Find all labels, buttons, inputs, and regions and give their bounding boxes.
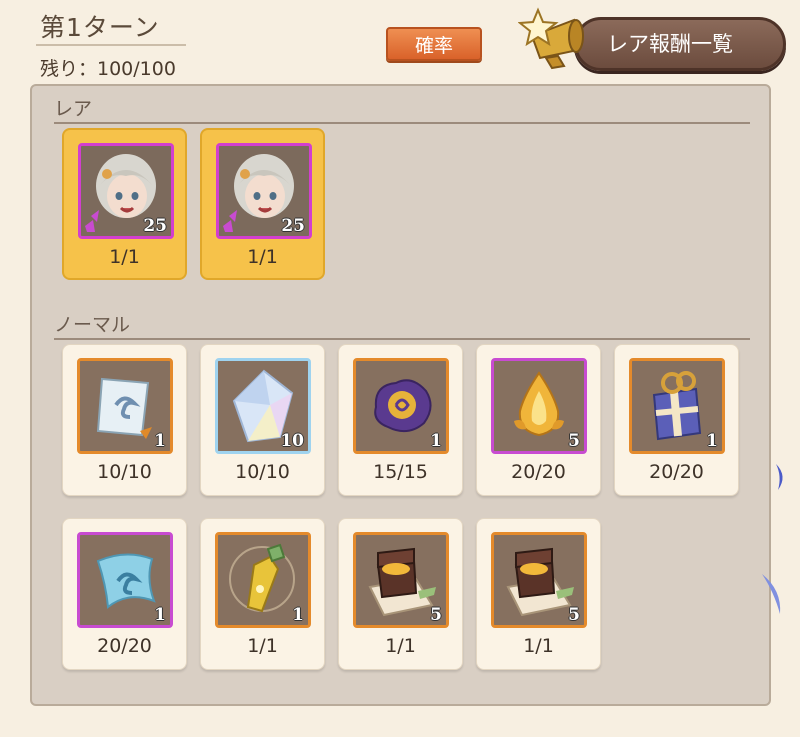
item-quantity: 5 [568,431,580,451]
remaining-stock: 1/1 [247,246,278,268]
remaining-stock: 20/20 [511,461,566,483]
rare-section-label: レア [54,98,93,120]
item-quantity: 1 [154,431,166,451]
normal-reward-card[interactable]: 1 1/1 [200,518,325,670]
remaining-count: 残り：100/100 [40,58,176,80]
remaining-stock: 1/1 [523,635,554,657]
item-quantity: 5 [568,605,580,625]
item-frame: 10 [215,358,311,454]
normal-reward-card[interactable]: 5 1/1 [476,518,601,670]
normal-reward-card[interactable]: 1 10/10 [62,344,187,496]
rare-reward-card[interactable]: 25 1/1 [62,128,187,280]
item-frame: 1 [215,532,311,628]
trophy-star-icon [518,7,584,70]
remaining-stock: 1/1 [385,635,416,657]
turn-title-underline [36,44,186,46]
item-quantity: 1 [154,605,166,625]
item-frame: 25 [216,143,312,239]
remaining-stock: 10/10 [97,461,152,483]
probability-button[interactable]: 確率 [386,27,482,61]
remaining-stock: 20/20 [97,635,152,657]
item-frame: 1 [629,358,725,454]
item-frame: 1 [77,532,173,628]
normal-reward-card[interactable]: 1 15/15 [338,344,463,496]
remaining-stock: 1/1 [247,635,278,657]
normal-reward-card[interactable]: 5 1/1 [338,518,463,670]
normal-section-label: ノーマル [54,314,131,336]
item-frame: 1 [353,358,449,454]
item-quantity: 1 [292,605,304,625]
normal-section-divider [54,338,750,340]
normal-reward-card[interactable]: 5 20/20 [476,344,601,496]
turn-title: 第1ターン [40,13,160,42]
item-quantity: 25 [143,216,167,236]
normal-reward-card[interactable]: 1 20/20 [62,518,187,670]
remaining-stock: 15/15 [373,461,428,483]
item-frame: 1 [77,358,173,454]
blue-petal-decoration [776,464,783,490]
rare-reward-list-label: レア報酬一覧 [607,32,733,56]
rare-reward-list-button[interactable]: レア報酬一覧 [574,17,786,71]
normal-reward-card[interactable]: 10 10/10 [200,344,325,496]
blue-petal-decoration [762,574,781,614]
rare-section-divider [54,122,750,124]
normal-reward-card[interactable]: 1 20/20 [614,344,739,496]
item-frame: 5 [491,532,587,628]
item-frame: 25 [78,143,174,239]
rewards-panel: レア ノーマル 25 1/1 25 1/1 1 10/10 10 10/10 1… [30,84,771,706]
item-frame: 5 [353,532,449,628]
item-quantity: 10 [280,431,304,451]
remaining-stock: 20/20 [649,461,704,483]
item-frame: 5 [491,358,587,454]
item-quantity: 1 [430,431,442,451]
item-quantity: 5 [430,605,442,625]
rare-reward-card[interactable]: 25 1/1 [200,128,325,280]
remaining-stock: 10/10 [235,461,290,483]
item-quantity: 25 [281,216,305,236]
remaining-stock: 1/1 [109,246,140,268]
item-quantity: 1 [706,431,718,451]
